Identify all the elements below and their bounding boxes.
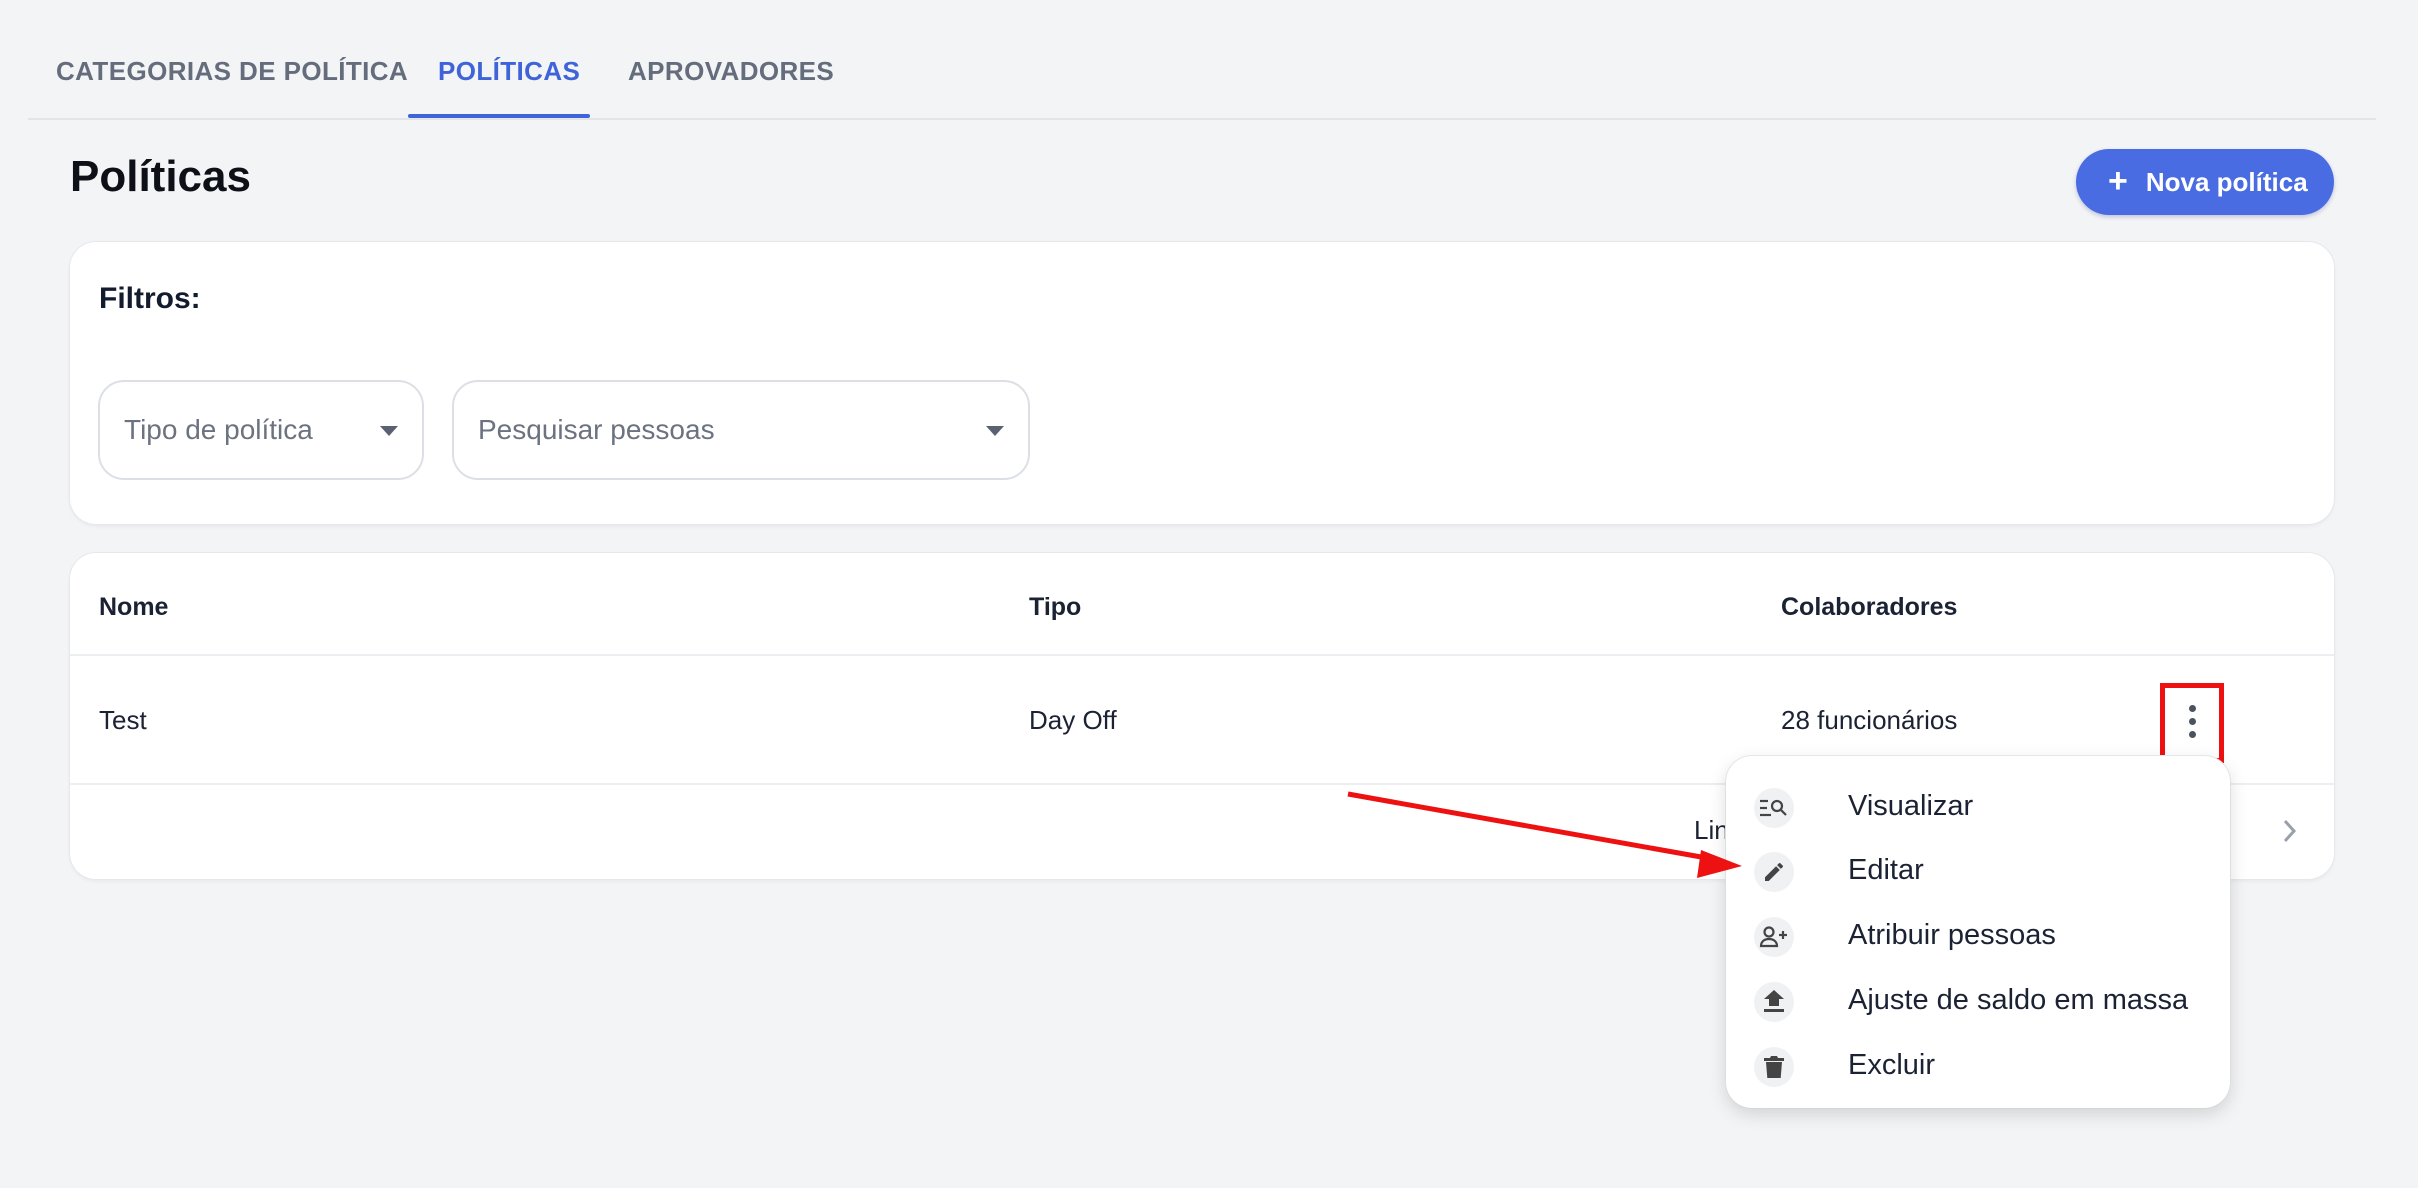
menu-item-label: Visualizar [1848, 790, 1974, 822]
more-options-icon[interactable] [2178, 699, 2206, 743]
add-person-icon [1754, 917, 1794, 957]
page: CATEGORIAS DE POLÍTICA POLÍTICAS APROVAD… [0, 0, 2418, 1188]
tab-policies[interactable]: POLÍTICAS [438, 56, 580, 87]
cell-type: Day Off [1029, 705, 1117, 735]
cell-name: Test [99, 705, 147, 735]
filters-title: Filtros: [99, 282, 201, 315]
active-tab-indicator [408, 114, 590, 118]
menu-item-label: Excluir [1848, 1049, 1936, 1081]
trash-icon [1754, 1047, 1794, 1087]
people-search-placeholder: Pesquisar pessoas [478, 414, 715, 445]
pencil-icon [1754, 852, 1794, 892]
column-header-name[interactable]: Nome [99, 593, 168, 622]
header-divider [70, 654, 2334, 656]
cell-collaborators: 28 funcionários [1781, 705, 1958, 735]
view-list-icon [1754, 788, 1794, 828]
tab-bar: CATEGORIAS DE POLÍTICA POLÍTICAS APROVAD… [28, 0, 2376, 120]
page-title: Políticas [70, 152, 251, 201]
chevron-down-icon [380, 426, 398, 436]
filters-card: Filtros: Tipo de política Pesquisar pess… [70, 242, 2334, 524]
policy-type-placeholder: Tipo de política [124, 414, 313, 445]
chevron-down-icon [986, 426, 1004, 436]
plus-icon: + [2108, 161, 2128, 200]
menu-item-assign-people[interactable]: Atribuir pessoas [1726, 905, 2230, 969]
menu-item-view[interactable]: Visualizar [1726, 776, 2230, 840]
row-actions-menu: Visualizar Editar Atribuir pessoas Ajust… [1726, 756, 2230, 1108]
menu-item-delete[interactable]: Excluir [1726, 1035, 2230, 1099]
menu-item-label: Ajuste de saldo em massa [1848, 984, 2189, 1016]
menu-item-bulk-balance-adjustment[interactable]: Ajuste de saldo em massa [1726, 970, 2230, 1034]
chevron-right-icon[interactable] [2280, 817, 2300, 852]
tab-approvers[interactable]: APROVADORES [628, 56, 834, 87]
menu-item-edit[interactable]: Editar [1726, 840, 2230, 904]
people-search-select[interactable]: Pesquisar pessoas [452, 380, 1030, 480]
rows-per-page-label: Lin [1694, 815, 1729, 845]
upload-icon [1754, 982, 1794, 1022]
new-policy-button[interactable]: + Nova política [2076, 149, 2334, 215]
menu-item-label: Atribuir pessoas [1848, 919, 2056, 951]
tab-policy-categories[interactable]: CATEGORIAS DE POLÍTICA [56, 56, 408, 87]
policy-type-select[interactable]: Tipo de política [98, 380, 424, 480]
menu-item-label: Editar [1848, 854, 1924, 886]
new-policy-button-label: Nova política [2145, 166, 2308, 197]
column-header-collaborators[interactable]: Colaboradores [1781, 593, 1957, 622]
column-header-type[interactable]: Tipo [1029, 593, 1081, 622]
